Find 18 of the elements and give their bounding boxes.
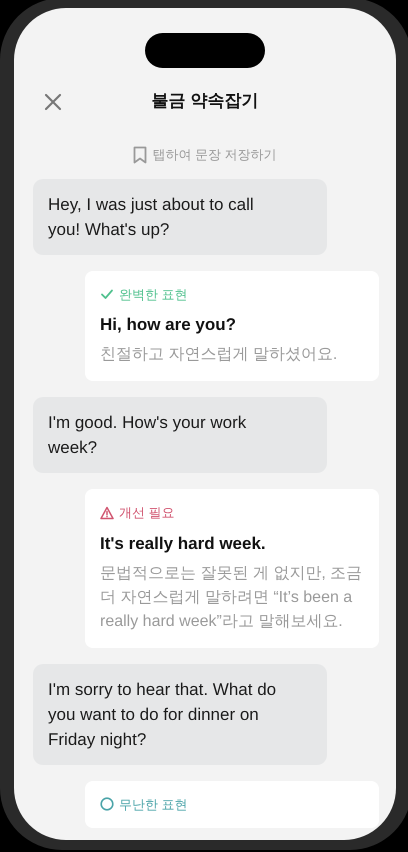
chat-bubble: I'm good. How's your work week?: [33, 397, 327, 473]
rating-label: 무난한 표현: [119, 796, 188, 814]
chat-bubble: I'm sorry to hear that. What do you want to do for dinner on Friday night?: [33, 664, 327, 764]
user-sentence: It's really hard week.: [100, 532, 267, 554]
feedback-card[interactable]: 개선 필요 It's really hard week. 문법적으로는 잘못된 게 없지만, 조금 더 자연스럽게 말하려면 “It’s been a really hard week”라고 말해보세요.: [85, 489, 379, 648]
close-icon[interactable]: [44, 93, 62, 111]
feedback-card[interactable]: 완벽한 표현 Hi, how are you? 친절하고 자연스럽게 말하셨어요.: [85, 270, 379, 381]
rating-label: 완벽한 표현: [119, 286, 188, 304]
user-sentence: Hi, how are you?: [100, 314, 238, 336]
circle-icon: [100, 797, 114, 812]
rating-label: 개선 필요: [119, 504, 175, 522]
feedback-comment: 문법적으로는 잘못된 게 없지만, 조금 더 자연스럽게 말하려면 “It’s been a really hard week”라고 말해보세요.: [100, 564, 364, 632]
bookmark-icon[interactable]: [133, 146, 148, 164]
chat-bubble: Hey, I was just about to call you! What's up?: [33, 178, 327, 254]
check-icon: [100, 287, 114, 302]
screen-title: 불금 약속잡기: [152, 90, 258, 112]
feedback-comment: 친절하고 자연스럽게 말하셨어요.: [100, 345, 338, 365]
warning-icon: [100, 506, 114, 520]
